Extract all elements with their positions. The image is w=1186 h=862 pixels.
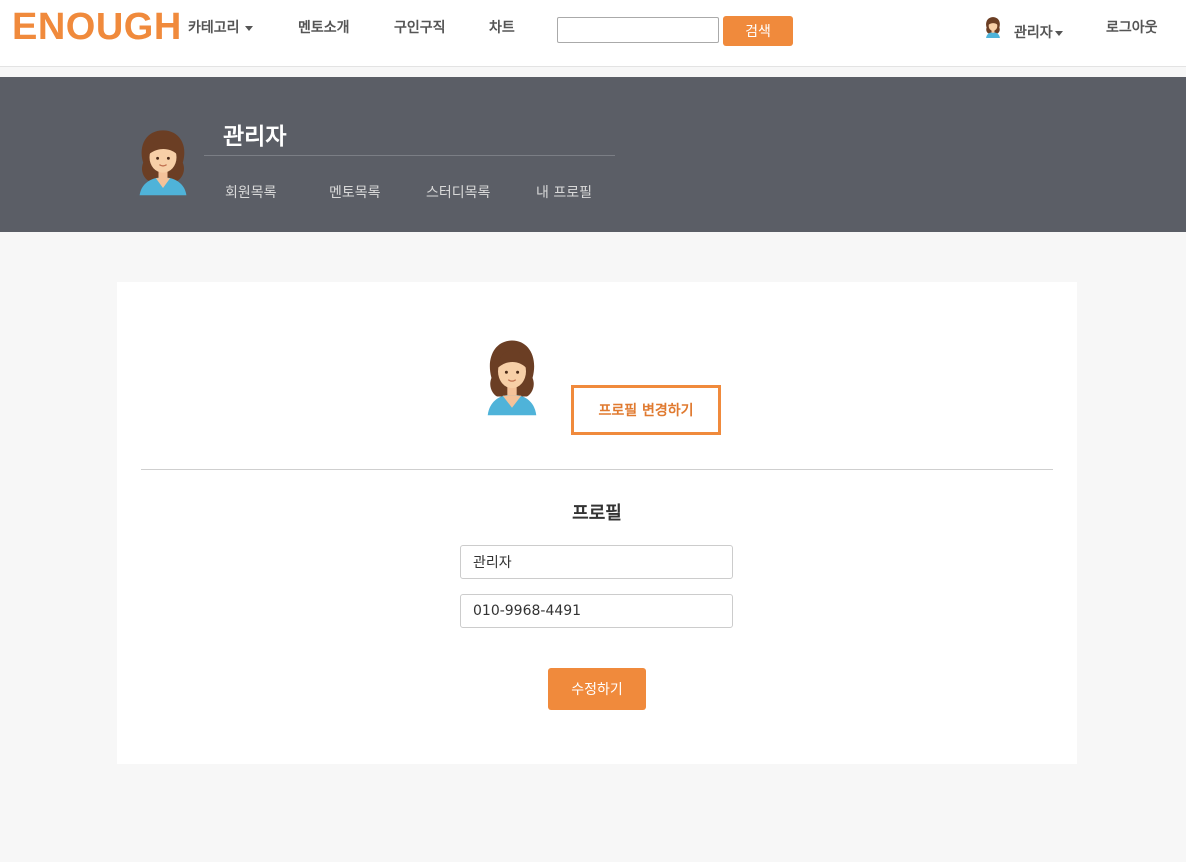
nav-item-category[interactable]: 카테고리 — [188, 17, 253, 37]
top-navbar: ENOUGH 카테고리 멘토소개 구인구직 차트 검색 관리자 로그아웃 — [0, 0, 1186, 67]
avatar-woman-icon — [136, 124, 190, 202]
tab-mentor-list[interactable]: 멘토목록 — [329, 182, 381, 202]
card-divider — [141, 469, 1053, 470]
profile-title: 프로필 — [572, 503, 622, 524]
caret-down-icon — [244, 25, 253, 31]
search-button[interactable]: 검색 — [723, 16, 793, 46]
avatar-woman-icon — [984, 16, 1002, 42]
banner-divider — [204, 155, 615, 156]
brand-logo[interactable]: ENOUGH — [12, 6, 182, 49]
name-field[interactable] — [460, 545, 733, 579]
submit-button[interactable]: 수정하기 — [548, 668, 646, 710]
phone-field[interactable] — [460, 594, 733, 628]
tab-my-profile[interactable]: 내 프로필 — [536, 182, 592, 202]
tab-study-list[interactable]: 스터디목록 — [426, 182, 490, 202]
logout-link[interactable]: 로그아웃 — [1106, 17, 1158, 37]
nav-item-label: 카테고리 — [188, 20, 240, 36]
profile-banner: 관리자 회원목록 멘토목록 스터디목록 내 프로필 — [0, 77, 1186, 232]
profile-card: 프로필 변경하기 프로필 수정하기 — [117, 282, 1077, 764]
user-menu[interactable]: 관리자 — [1014, 22, 1063, 42]
user-menu-label: 관리자 — [1014, 25, 1053, 41]
banner-username: 관리자 — [223, 124, 287, 150]
nav-item-mentors[interactable]: 멘토소개 — [298, 17, 350, 37]
tab-member-list[interactable]: 회원목록 — [225, 182, 277, 202]
nav-item-jobs[interactable]: 구인구직 — [394, 17, 446, 37]
search-input[interactable] — [557, 17, 719, 43]
caret-down-icon — [1054, 30, 1063, 36]
avatar-woman-icon — [484, 336, 540, 420]
change-profile-button[interactable]: 프로필 변경하기 — [571, 385, 721, 435]
nav-item-chart[interactable]: 차트 — [489, 17, 515, 37]
